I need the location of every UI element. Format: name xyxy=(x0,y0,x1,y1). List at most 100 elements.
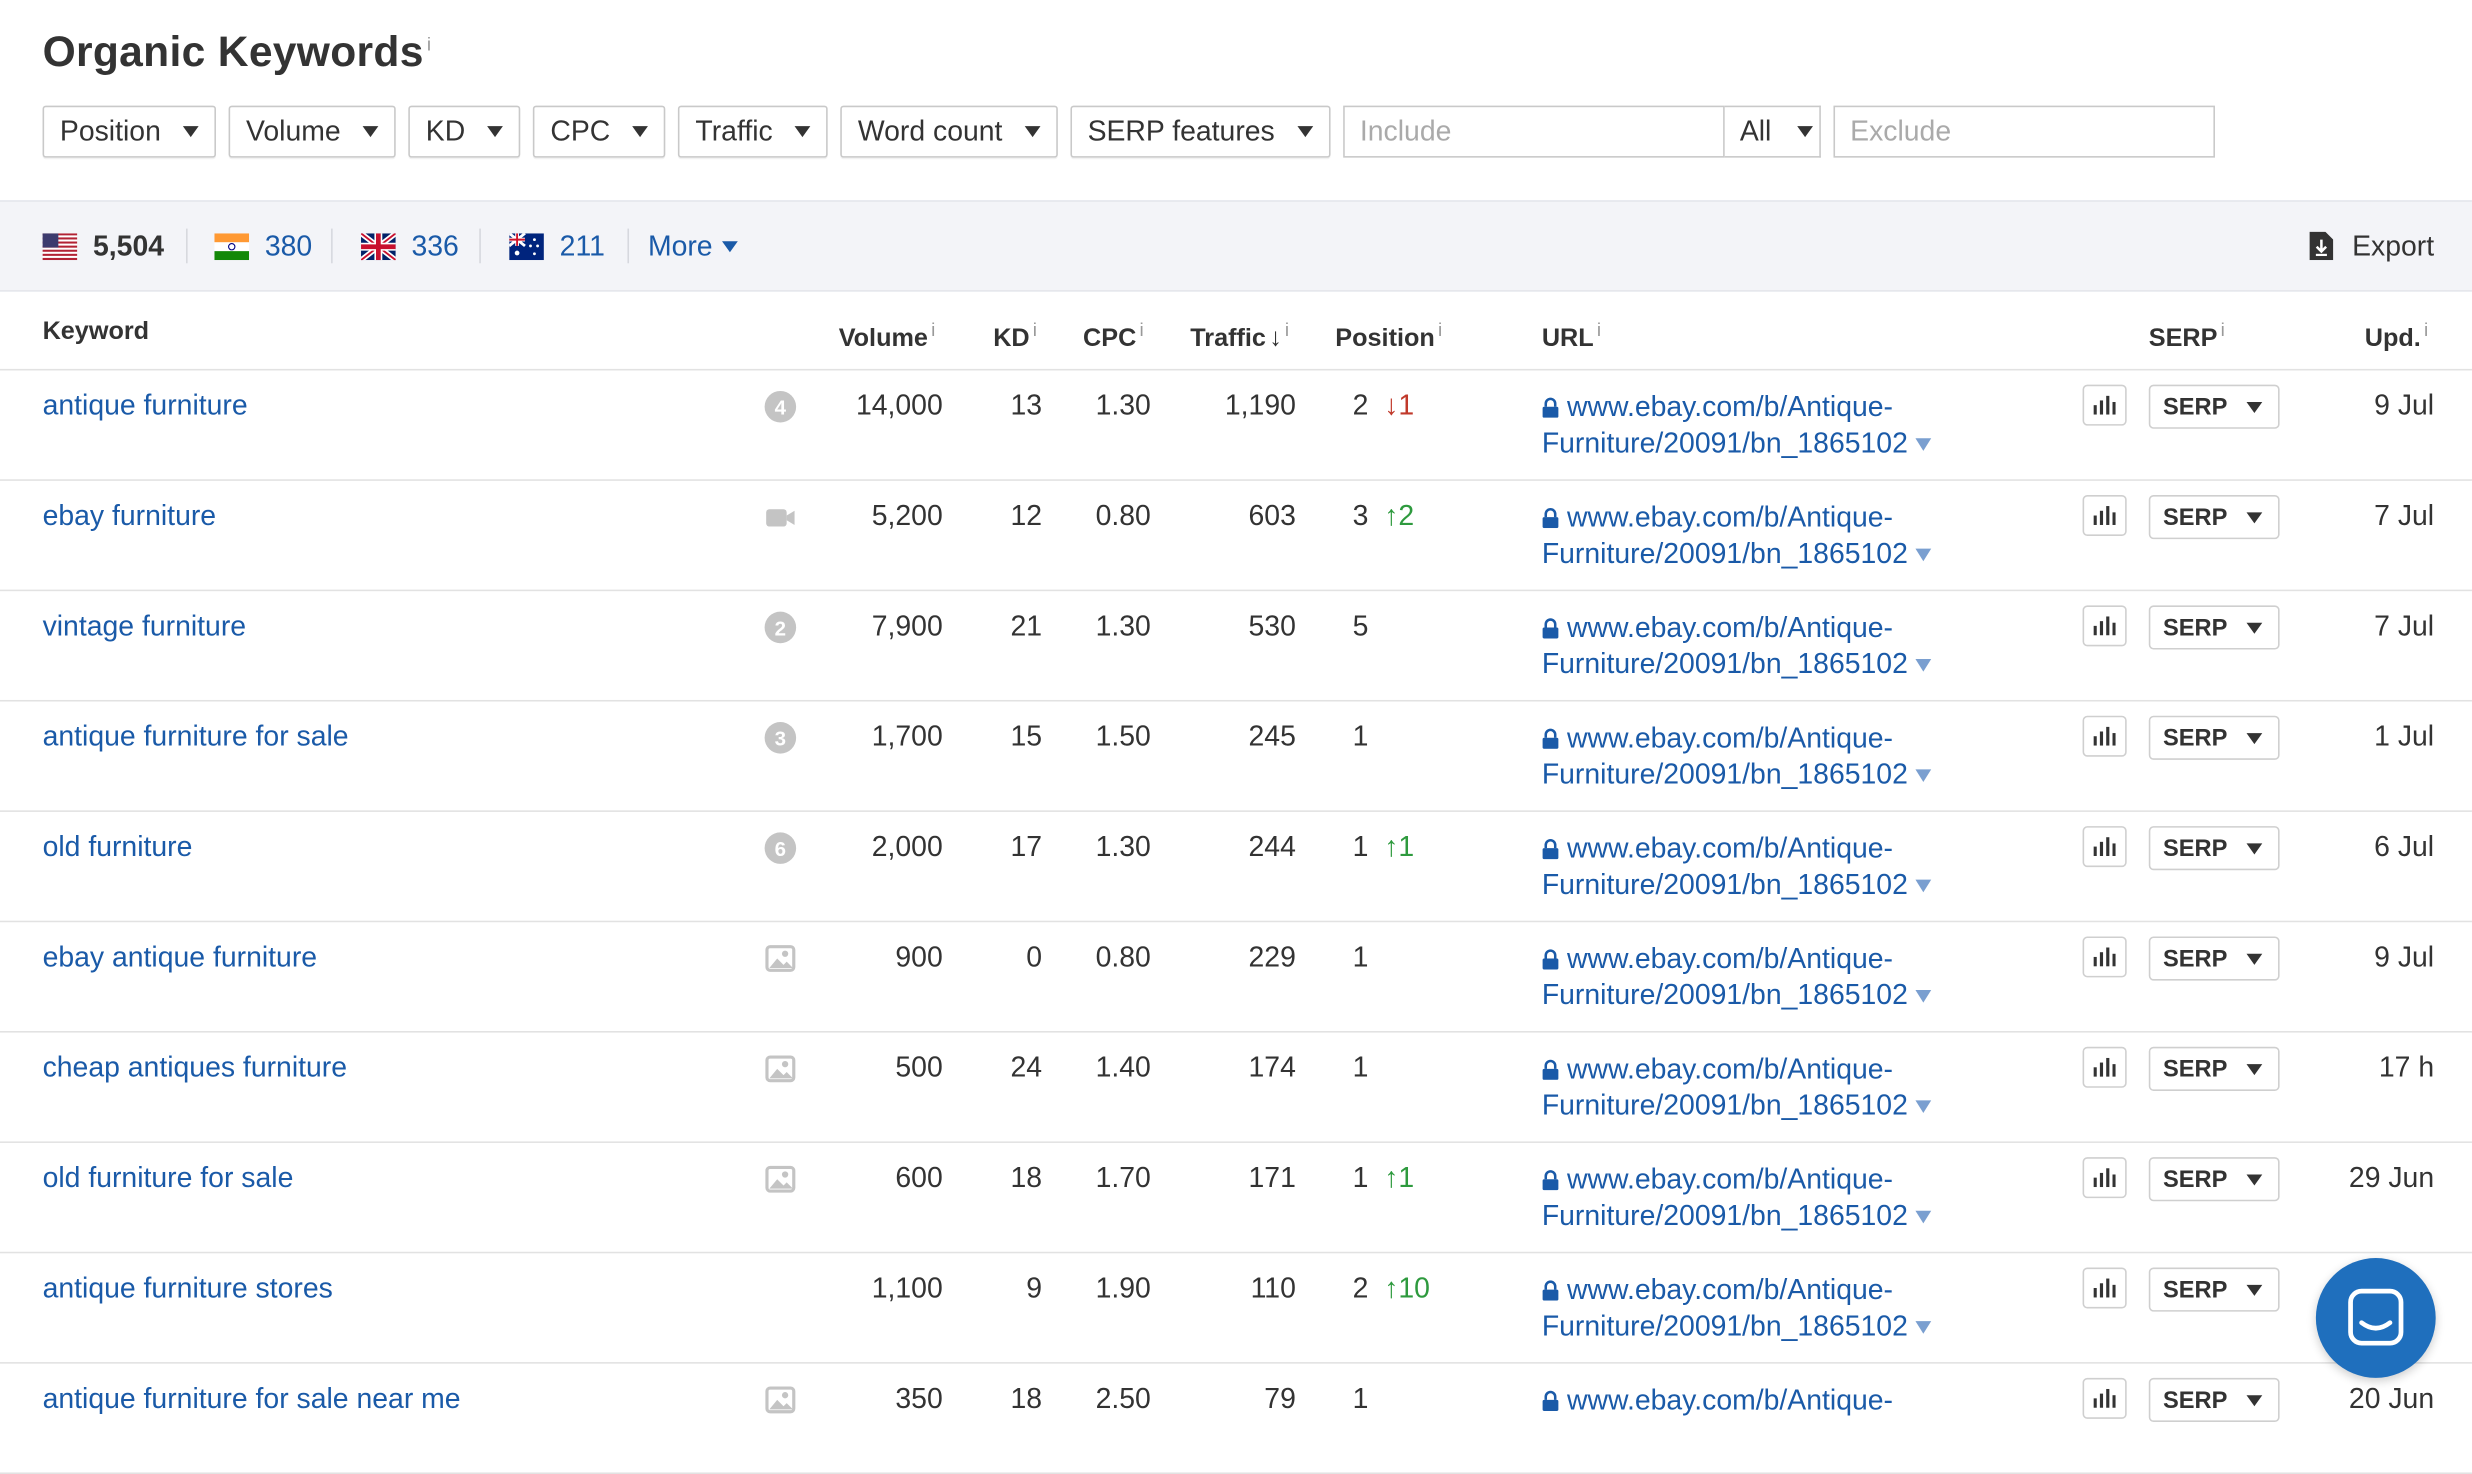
column-position[interactable]: Position i xyxy=(1335,318,1442,353)
caret-down-icon[interactable] xyxy=(1915,438,1932,452)
caret-down-icon[interactable] xyxy=(1915,659,1932,672)
position-history-chart-button[interactable] xyxy=(2082,1157,2127,1199)
column-volume[interactable]: Volume i xyxy=(839,318,936,353)
column-cpc[interactable]: CPC i xyxy=(1083,318,1144,353)
info-icon[interactable]: i xyxy=(931,318,935,340)
caret-down-icon[interactable] xyxy=(1915,549,1932,562)
filter-kd-button[interactable]: KD xyxy=(408,105,521,158)
serp-dropdown-button[interactable]: SERP xyxy=(2148,1046,2280,1091)
serp-feature-count-badge[interactable]: 6 xyxy=(764,832,797,864)
position-history-chart-button[interactable] xyxy=(2082,826,2127,868)
caret-down-icon[interactable] xyxy=(1915,769,1932,783)
keyword-link[interactable]: vintage furniture xyxy=(43,610,246,643)
position-history-chart-button[interactable] xyxy=(2082,715,2127,757)
kd-value: 18 xyxy=(1010,1161,1043,1194)
position-history-chart-button[interactable] xyxy=(2082,936,2127,978)
caret-down-icon[interactable] xyxy=(1915,880,1932,893)
keyword-link[interactable]: ebay antique furniture xyxy=(43,941,318,974)
position-history-chart-button[interactable] xyxy=(2082,495,2127,537)
column-keyword[interactable]: Keyword xyxy=(43,318,150,346)
info-icon[interactable]: i xyxy=(2424,318,2428,340)
keyword-link[interactable]: antique furniture stores xyxy=(43,1272,333,1305)
keyword-link[interactable]: ebay furniture xyxy=(43,500,217,533)
filter-cpc-button[interactable]: CPC xyxy=(533,105,666,158)
keyword-link[interactable]: antique furniture for sale near me xyxy=(43,1383,461,1416)
export-button[interactable]: Export xyxy=(2309,202,2434,290)
column-label: Upd. xyxy=(2364,325,2421,353)
country-au[interactable]: 211 xyxy=(509,202,605,290)
url-link[interactable]: www.ebay.com/b/Antique- Furniture/20091/b… xyxy=(1542,610,1932,683)
serp-dropdown-button[interactable]: SERP xyxy=(2148,495,2280,540)
info-icon[interactable]: i xyxy=(1139,318,1143,340)
include-input[interactable]: Include xyxy=(1342,105,1725,158)
info-icon[interactable]: i xyxy=(1285,318,1289,340)
serp-dropdown-button[interactable]: SERP xyxy=(2148,1157,2280,1202)
position-history-chart-button[interactable] xyxy=(2082,1267,2127,1309)
keyword-link[interactable]: old furniture xyxy=(43,831,193,864)
updated-value: 20 Jun xyxy=(2348,1382,2435,1415)
caret-down-icon[interactable] xyxy=(1915,1321,1932,1335)
serp-dropdown-button[interactable]: SERP xyxy=(2148,384,2280,429)
country-gb[interactable]: 336 xyxy=(361,202,459,290)
column-updated[interactable]: Upd. i xyxy=(2365,318,2428,353)
info-icon[interactable]: i xyxy=(427,33,432,55)
column-serp[interactable]: SERP i xyxy=(2149,318,2225,353)
url-link[interactable]: www.ebay.com/b/Antique- Furniture/20091/b… xyxy=(1542,389,1932,462)
position-history-chart-button[interactable] xyxy=(2082,1377,2127,1419)
url-link[interactable]: www.ebay.com/b/Antique- xyxy=(1542,1383,1893,1419)
filter-position-button[interactable]: Position xyxy=(42,105,217,158)
url-link[interactable]: www.ebay.com/b/Antique- Furniture/20091/b… xyxy=(1542,941,1932,1014)
column-traffic[interactable]: Traffic ↓ i xyxy=(1190,318,1289,353)
url-link[interactable]: www.ebay.com/b/Antique- Furniture/20091/b… xyxy=(1542,720,1932,793)
serp-feature-count-badge[interactable]: 2 xyxy=(764,611,797,644)
serp-dropdown-button[interactable]: SERP xyxy=(2148,936,2280,981)
exclude-input[interactable]: Exclude xyxy=(1832,105,2215,158)
serp-dropdown-button[interactable]: SERP xyxy=(2148,826,2280,871)
more-countries-button[interactable]: More xyxy=(648,202,738,290)
caret-down-icon[interactable] xyxy=(1915,1100,1932,1114)
url-link[interactable]: www.ebay.com/b/Antique- Furniture/20091/b… xyxy=(1542,500,1932,573)
url-link[interactable]: www.ebay.com/b/Antique- Furniture/20091/b… xyxy=(1542,831,1932,904)
info-icon[interactable]: i xyxy=(1597,318,1601,340)
column-url[interactable]: URL i xyxy=(1542,318,1601,353)
keyword-link[interactable]: antique furniture xyxy=(43,389,248,422)
serp-dropdown-button[interactable]: SERP xyxy=(2148,605,2280,650)
keyword-link[interactable]: old furniture for sale xyxy=(43,1162,294,1195)
info-icon[interactable]: i xyxy=(1438,318,1442,340)
keyword-link[interactable]: antique furniture for sale xyxy=(43,720,349,753)
volume-value: 900 xyxy=(895,941,943,973)
info-icon[interactable]: i xyxy=(2221,318,2225,340)
serp-dropdown-button[interactable]: SERP xyxy=(2148,1267,2280,1312)
filter-volume-button[interactable]: Volume xyxy=(228,105,396,158)
serp-dropdown-button[interactable]: SERP xyxy=(2148,1377,2280,1423)
filter-label: Word count xyxy=(857,115,1003,147)
url-link[interactable]: www.ebay.com/b/Antique- Furniture/20091/b… xyxy=(1542,1162,1932,1235)
image-feature-icon xyxy=(765,1055,796,1083)
url-link[interactable]: www.ebay.com/b/Antique- Furniture/20091/b… xyxy=(1542,1272,1932,1345)
caret-down-icon[interactable] xyxy=(1915,1211,1932,1224)
serp-dropdown-button[interactable]: SERP xyxy=(2148,715,2280,760)
caret-down-icon[interactable] xyxy=(1915,990,1932,1004)
position-history-chart-button[interactable] xyxy=(2082,1046,2127,1088)
serp-feature-count-badge[interactable]: 3 xyxy=(764,722,797,754)
gb-flag-icon xyxy=(361,232,396,260)
country-us[interactable]: 5,504 xyxy=(42,202,164,290)
position-cell: 1 ↑1 xyxy=(1353,1162,1415,1195)
chat-launcher-button[interactable] xyxy=(2315,1258,2436,1378)
filter-label: KD xyxy=(425,115,466,147)
position-history-chart-button[interactable] xyxy=(2082,384,2127,426)
serp-feature-count-badge[interactable]: 4 xyxy=(764,390,797,423)
filter-serp-features-button[interactable]: SERP features xyxy=(1070,105,1330,158)
column-kd[interactable]: KD i xyxy=(993,318,1037,353)
info-icon[interactable]: i xyxy=(1033,318,1037,340)
position-change-value: 2 xyxy=(1398,499,1415,532)
filter-word-count-button[interactable]: Word count xyxy=(840,105,1058,158)
url-line-2: Furniture/20091/bn_1865102 xyxy=(1541,427,1908,459)
country-in[interactable]: 380 xyxy=(214,202,312,290)
url-link[interactable]: www.ebay.com/b/Antique- Furniture/20091/b… xyxy=(1542,1052,1932,1125)
include-scope-select[interactable]: All xyxy=(1724,105,1821,158)
position-history-chart-button[interactable] xyxy=(2082,605,2127,647)
filter-traffic-button[interactable]: Traffic xyxy=(678,105,828,158)
exclude-placeholder: Exclude xyxy=(1850,115,1952,147)
keyword-link[interactable]: cheap antiques furniture xyxy=(43,1052,347,1085)
